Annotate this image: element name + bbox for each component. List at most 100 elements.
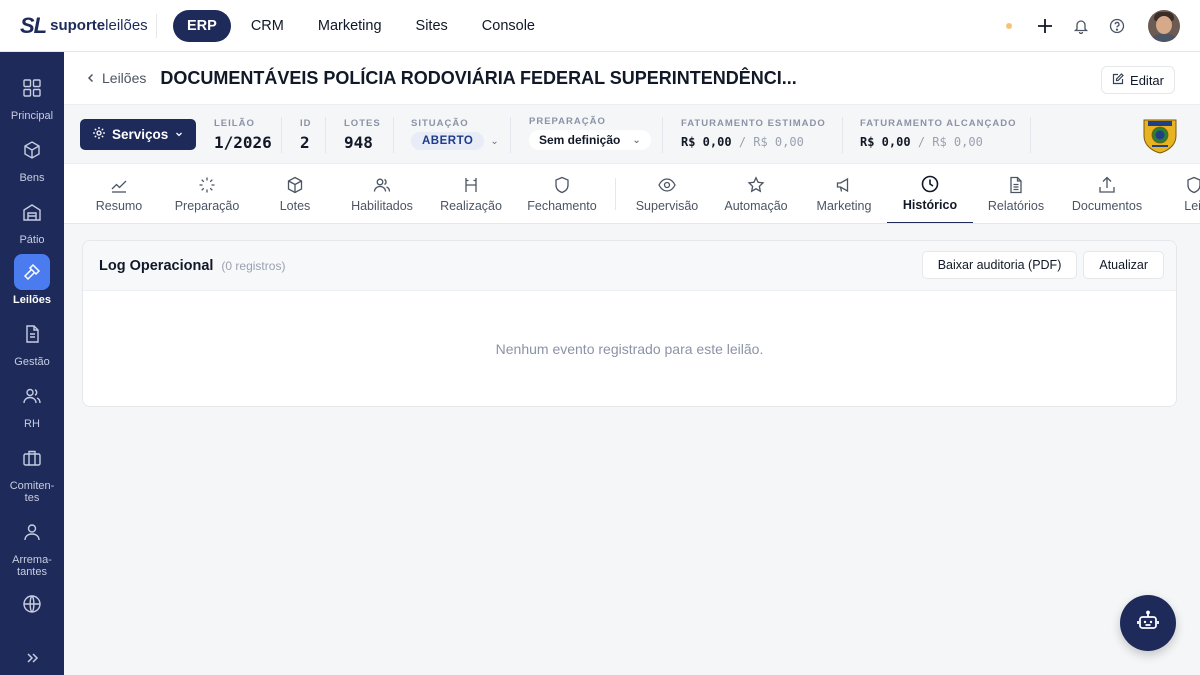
tab-label: Automação [724, 199, 788, 213]
situacao-select[interactable]: ABERTO ⌄ [411, 129, 499, 150]
shield-icon [1184, 175, 1200, 195]
divider [393, 117, 394, 153]
tab-label: Resumo [95, 199, 143, 213]
tab-label: Habilitados [351, 199, 413, 213]
topnav-sites[interactable]: Sites [402, 10, 462, 42]
divider [1030, 117, 1031, 153]
stat-value: R$ 0,00 / R$ 0,00 [860, 135, 983, 149]
log-card: Log Operacional (0 registros) Baixar aud… [82, 240, 1177, 407]
star-icon [746, 175, 766, 195]
prf-emblem-icon [1143, 119, 1177, 154]
topnav-console[interactable]: Console [468, 10, 549, 42]
tab-historico[interactable]: Histórico [887, 164, 973, 223]
sidebar-label: Gestão [14, 356, 50, 368]
tab-automacao[interactable]: Automação [716, 164, 796, 223]
stat-leilao: LEILÃO 1/2026 [214, 118, 272, 152]
stat-value: 1/2026 [214, 133, 272, 152]
preparacao-select[interactable]: Sem definição ⌄ [529, 130, 651, 150]
refresh-button[interactable]: Atualizar [1083, 251, 1164, 279]
tab-realizacao[interactable]: Realização [434, 164, 508, 223]
sidebar-label: Arrema-tantes [12, 554, 52, 578]
loader-icon [197, 175, 217, 195]
box-icon [285, 175, 305, 195]
sidebar-item-sites[interactable] [0, 586, 64, 626]
tab-label: Leil [1184, 199, 1200, 213]
trend-icon [109, 175, 129, 195]
sidebar-item-comitentes[interactable]: Comiten-tes [0, 440, 64, 504]
help-icon[interactable] [1106, 15, 1128, 37]
sidebar-label: Pátio [19, 234, 45, 246]
log-actions: Baixar auditoria (PDF) Atualizar [921, 251, 1164, 279]
briefcase-icon [14, 440, 50, 476]
back-label: Leilões [102, 70, 147, 86]
assistant-button[interactable] [1120, 595, 1176, 651]
stat-value: R$ 0,00 / R$ 0,00 [681, 135, 804, 149]
top-bar: SL suporteleilões ERP CRM Marketing Site… [0, 0, 1200, 52]
sidebar-item-principal[interactable]: Principal [0, 70, 64, 122]
tab-habilitados[interactable]: Habilitados [344, 164, 420, 223]
services-label: Serviços [112, 127, 169, 142]
sidebar-item-bens[interactable]: Bens [0, 132, 64, 184]
stat-faturamento-alcancado: FATURAMENTO ALCANÇADO R$ 0,00 / R$ 0,00 [860, 118, 1016, 149]
divider [662, 117, 663, 153]
download-audit-button[interactable]: Baixar auditoria (PDF) [921, 251, 1078, 279]
gear-icon [92, 126, 106, 143]
sidebar-label: Comiten-tes [9, 480, 55, 504]
sidebar-item-arrematantes[interactable]: Arrema-tantes [0, 514, 64, 578]
stat-value: 2 [300, 133, 310, 152]
tab-label: Marketing [816, 199, 872, 213]
tab-resumo[interactable]: Resumo [84, 164, 154, 223]
shield-icon [552, 175, 572, 195]
robot-icon [1136, 609, 1160, 638]
sidebar-expand[interactable] [0, 640, 64, 675]
status-dot [1006, 23, 1012, 29]
tab-label: Supervisão [635, 199, 699, 213]
bell-icon[interactable] [1070, 15, 1092, 37]
tab-bar: Resumo Preparação Lotes Habilitados Real… [64, 164, 1200, 224]
upload-icon [1097, 175, 1117, 195]
brand-logo[interactable]: SL suporteleilões [0, 0, 156, 52]
tab-leil[interactable]: Leil [1164, 164, 1200, 223]
stat-faturamento-estimado: FATURAMENTO ESTIMADO R$ 0,00 / R$ 0,00 [681, 118, 826, 149]
gavel-icon [14, 254, 50, 290]
tab-relatorios[interactable]: Relatórios [980, 164, 1052, 223]
log-card-header: Log Operacional (0 registros) Baixar aud… [83, 241, 1176, 291]
tab-supervisao[interactable]: Supervisão [628, 164, 706, 223]
services-button[interactable]: Serviços [80, 119, 196, 150]
tab-label: Documentos [1071, 199, 1143, 213]
chevron-down-icon [174, 127, 184, 142]
divider [615, 178, 616, 210]
sidebar-item-leiloes[interactable]: Leilões [0, 254, 64, 306]
avatar[interactable] [1148, 10, 1180, 42]
stat-label: PREPARAÇÃO [529, 116, 606, 127]
stat-label: FATURAMENTO ESTIMADO [681, 118, 826, 129]
plus-icon[interactable] [1034, 15, 1056, 37]
edit-button[interactable]: Editar [1101, 66, 1175, 94]
gavel-icon [461, 175, 481, 195]
sidebar-item-patio[interactable]: Pátio [0, 194, 64, 246]
tab-documentos[interactable]: Documentos [1066, 164, 1148, 223]
chevrons-right-icon [14, 640, 50, 675]
tab-label: Fechamento [527, 199, 597, 213]
topnav-crm[interactable]: CRM [237, 10, 298, 42]
topnav-marketing[interactable]: Marketing [304, 10, 396, 42]
sidebar-label: Bens [19, 172, 45, 184]
globe-icon [14, 586, 50, 622]
tab-fechamento[interactable]: Fechamento [522, 164, 602, 223]
empty-message: Nenhum evento registrado para este leilã… [495, 341, 764, 357]
document-icon [1006, 175, 1026, 195]
divider [281, 117, 282, 153]
divider [510, 117, 511, 153]
divider [842, 117, 843, 153]
sidebar-item-rh[interactable]: RH [0, 378, 64, 430]
back-link[interactable]: Leilões [86, 70, 146, 86]
grid-icon [14, 70, 50, 106]
tab-lotes[interactable]: Lotes [260, 164, 330, 223]
tab-marketing[interactable]: Marketing [808, 164, 880, 223]
stat-lotes: LOTES 948 [344, 118, 381, 152]
chevron-down-icon: ⌄ [490, 136, 499, 147]
preparacao-value: Sem definição [539, 133, 621, 147]
tab-preparacao[interactable]: Preparação [164, 164, 250, 223]
topnav-erp[interactable]: ERP [173, 9, 231, 42]
sidebar-item-gestao[interactable]: Gestão [0, 316, 64, 368]
